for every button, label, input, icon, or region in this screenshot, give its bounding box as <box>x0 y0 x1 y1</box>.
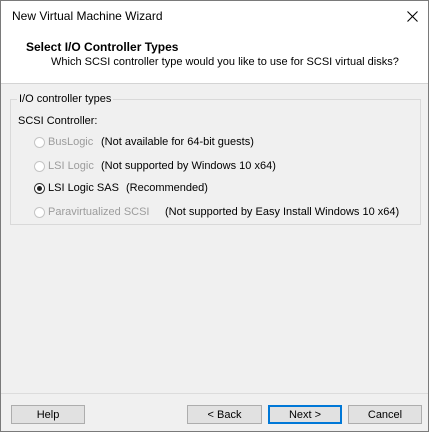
close-icon <box>406 10 418 22</box>
wizard-window: New Virtual Machine Wizard Select I/O Co… <box>0 0 429 432</box>
window-title: New Virtual Machine Wizard <box>12 9 163 23</box>
page-title: Select I/O Controller Types <box>26 40 179 54</box>
radio-lsi-logic[interactable]: LSI Logic <box>34 158 94 174</box>
radio-buslogic[interactable]: BusLogic <box>34 134 93 150</box>
radio-paravirtualized-scsi[interactable]: Paravirtualized SCSI <box>34 204 150 220</box>
radio-button[interactable] <box>34 136 45 148</box>
close-button[interactable] <box>396 1 428 31</box>
scsi-controller-label: SCSI Controller: <box>18 115 98 127</box>
radio-note: (Not supported by Easy Install Windows 1… <box>165 206 400 218</box>
radio-label: Paravirtualized SCSI <box>48 206 150 218</box>
radio-label: BusLogic <box>48 136 94 148</box>
footer-separator <box>1 393 428 394</box>
radio-note: (Not supported by Windows 10 x64) <box>101 160 276 172</box>
radio-lsi-logic-sas[interactable]: LSI Logic SAS <box>34 180 119 196</box>
radio-note: (Recommended) <box>126 182 208 194</box>
radio-label: LSI Logic <box>48 160 94 172</box>
page-subtitle: Which SCSI controller type would you lik… <box>51 56 399 68</box>
next-button[interactable]: Next > <box>268 405 342 424</box>
radio-label: LSI Logic SAS <box>48 182 119 194</box>
title-bar: New Virtual Machine Wizard <box>1 1 428 31</box>
help-button[interactable]: Help <box>11 405 85 424</box>
radio-button[interactable] <box>34 182 45 194</box>
wizard-header: Select I/O Controller Types Which SCSI c… <box>1 31 428 84</box>
radio-note: (Not available for 64-bit guests) <box>101 136 254 148</box>
cancel-button[interactable]: Cancel <box>348 405 422 424</box>
radio-button[interactable] <box>34 160 45 172</box>
radio-button[interactable] <box>34 206 45 218</box>
back-button[interactable]: < Back <box>187 405 262 424</box>
groupbox-legend: I/O controller types <box>17 93 114 105</box>
